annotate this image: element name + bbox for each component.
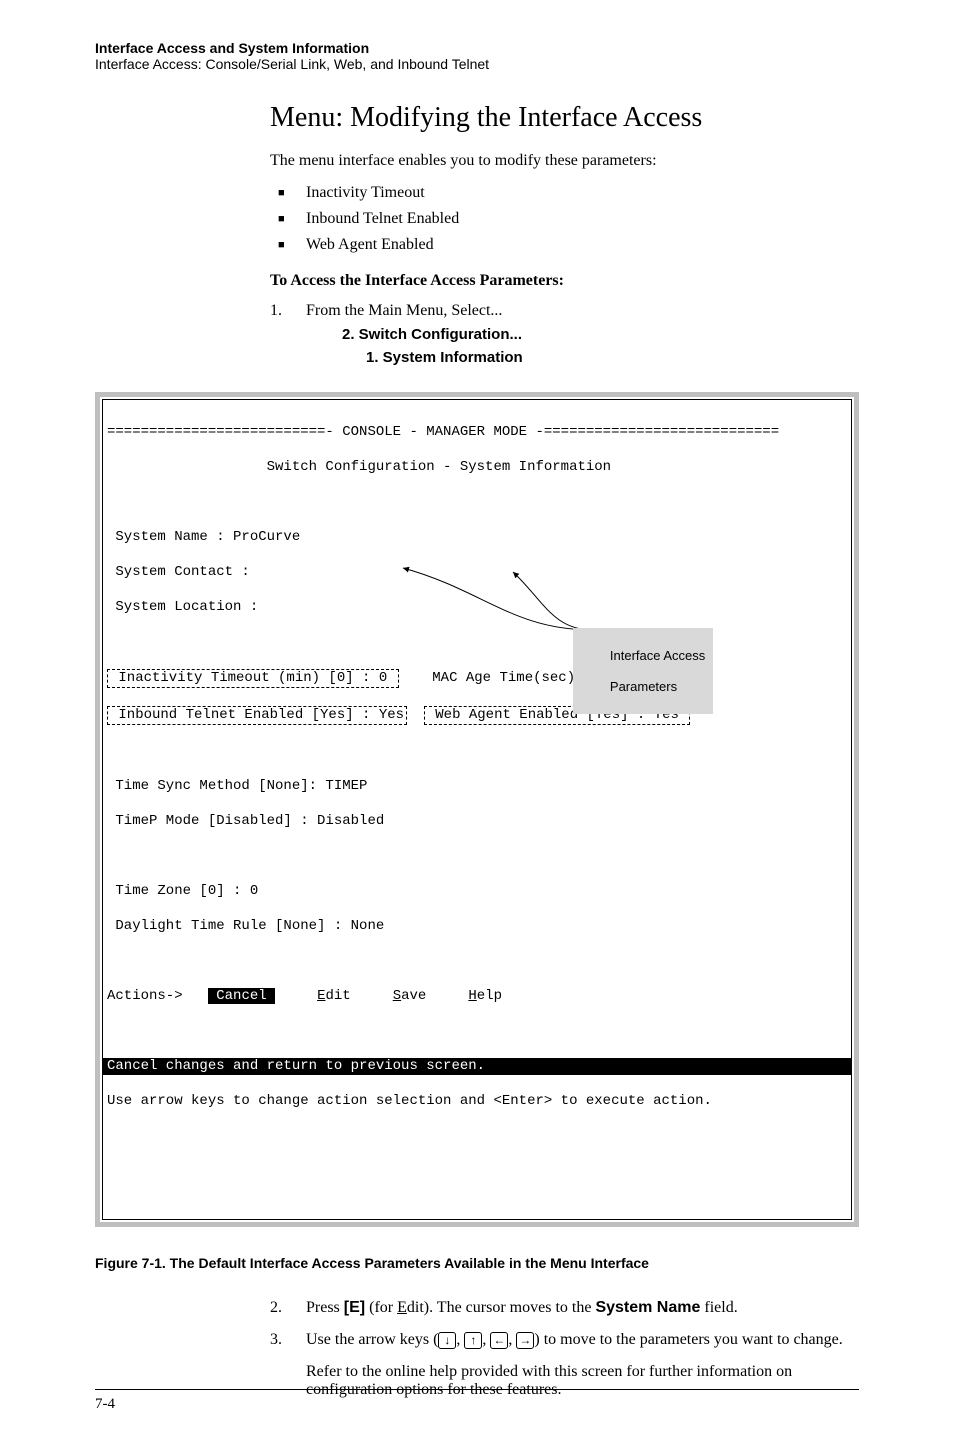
procedure-heading: To Access the Interface Access Parameter… [270, 272, 859, 290]
console-system-location: System Location : [107, 599, 847, 617]
inactivity-timeout-box: Inactivity Timeout (min) [0] : 0 [107, 669, 399, 689]
procedure-steps-continued: 2. Press [E] (for Edit). The cursor move… [270, 1299, 859, 1399]
console-dst: Daylight Time Rule [None] : None [107, 918, 847, 936]
step-2: 2. Press [E] (for Edit). The cursor move… [270, 1299, 859, 1317]
console-screenshot: ==========================- CONSOLE - MA… [95, 392, 859, 1227]
page-footer: 7-4 [95, 1389, 859, 1413]
running-header: Interface Access and System Information … [95, 40, 859, 72]
figure-caption: Figure 7-1. The Default Interface Access… [95, 1255, 859, 1271]
right-arrow-key-icon: → [516, 1332, 534, 1349]
console-system-contact: System Contact : [107, 564, 847, 582]
step-1: From the Main Menu, Select... 2. Switch … [270, 302, 859, 366]
console-time-sync: Time Sync Method [None]: TIMEP [107, 778, 847, 796]
page-number: 7-4 [95, 1396, 115, 1412]
section-title: Menu: Modifying the Interface Access [270, 102, 859, 134]
action-cancel: Cancel [208, 988, 275, 1004]
list-item: Inbound Telnet Enabled [270, 210, 859, 228]
console-title-rule: ==========================- CONSOLE - MA… [107, 424, 847, 442]
header-section: Interface Access: Console/Serial Link, W… [95, 56, 859, 72]
down-arrow-key-icon: ↓ [438, 1332, 456, 1349]
left-arrow-key-icon: ← [490, 1332, 508, 1349]
inbound-telnet-box: Inbound Telnet Enabled [Yes] : Yes [107, 706, 407, 726]
header-chapter: Interface Access and System Information [95, 40, 859, 56]
procedure-steps: From the Main Menu, Select... 2. Switch … [270, 302, 859, 366]
intro-paragraph: The menu interface enables you to modify… [270, 152, 859, 170]
console-param-row-2: Inbound Telnet Enabled [Yes] : Yes Web A… [107, 706, 847, 726]
menu-path-level-2: 1. System Information [366, 349, 859, 366]
console-actions-row: Actions-> Cancel Edit Save Help [107, 988, 847, 1006]
console-subtitle: Switch Configuration - System Informatio… [107, 459, 847, 477]
console-system-name: System Name : ProCurve [107, 529, 847, 547]
parameter-list: Inactivity Timeout Inbound Telnet Enable… [270, 184, 859, 254]
up-arrow-key-icon: ↑ [464, 1332, 482, 1349]
console-content: ==========================- CONSOLE - MA… [102, 399, 852, 1220]
list-item: Web Agent Enabled [270, 236, 859, 254]
list-item: Inactivity Timeout [270, 184, 859, 202]
console-timep-mode: TimeP Mode [Disabled] : Disabled [107, 813, 847, 831]
console-param-row-1: Inactivity Timeout (min) [0] : 0 MAC Age… [107, 669, 847, 689]
console-status-line: Cancel changes and return to previous sc… [103, 1058, 851, 1076]
callout-label: Interface Access Parameters [573, 628, 713, 714]
console-hint-line: Use arrow keys to change action selectio… [107, 1093, 847, 1111]
menu-path-level-1: 2. Switch Configuration... [342, 326, 859, 343]
console-time-zone: Time Zone [0] : 0 [107, 883, 847, 901]
